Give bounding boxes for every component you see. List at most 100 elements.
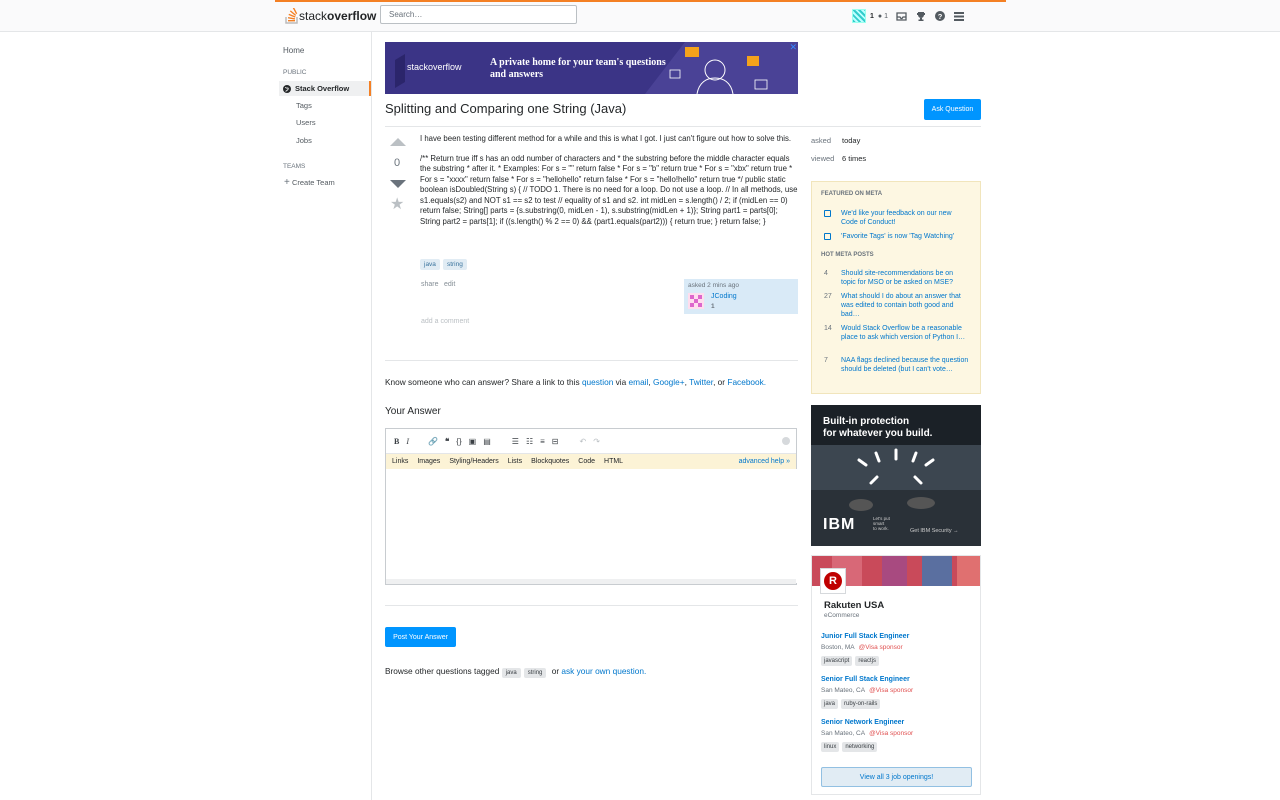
nav-jobs[interactable]: Jobs <box>296 136 312 145</box>
site-switcher-icon[interactable] <box>953 11 964 22</box>
company-industry: eCommerce <box>824 612 860 619</box>
browse-tag-java[interactable]: java <box>501 668 521 678</box>
help-lists[interactable]: Lists <box>508 458 522 465</box>
help-links[interactable]: Links <box>392 458 408 465</box>
divider <box>385 126 981 127</box>
resize-grip[interactable] <box>386 579 796 584</box>
top-bar: stackoverflow 1 ● 1 ? <box>0 0 1280 32</box>
company-logo[interactable]: R <box>820 568 846 594</box>
profile-link[interactable]: 1 ● 1 <box>852 9 888 23</box>
job-title[interactable]: Senior Network Engineer <box>821 719 904 726</box>
upvote-arrow-icon[interactable] <box>390 138 406 146</box>
company-name[interactable]: Rakuten USA <box>824 600 884 611</box>
hot-meta-link[interactable]: Should site-recommendations be on topic … <box>841 270 953 286</box>
search-input[interactable] <box>380 5 577 24</box>
nav-home[interactable]: Home <box>283 46 304 55</box>
share-question-link[interactable]: question <box>582 377 613 387</box>
advanced-help-link[interactable]: advanced help » <box>739 458 790 465</box>
accent-stripe <box>275 0 1006 2</box>
editor-help-icon[interactable] <box>782 437 790 445</box>
image-icon[interactable]: ▣ <box>469 437 477 446</box>
inbox-icon[interactable] <box>896 11 907 22</box>
help-blockquotes[interactable]: Blockquotes <box>531 458 569 465</box>
nav-teams-heading: TEAMS <box>283 163 306 170</box>
link-icon[interactable]: 🔗 <box>428 437 438 446</box>
job-tag[interactable]: linux <box>821 742 840 752</box>
ad-cta[interactable]: Get IBM Security → <box>910 528 959 534</box>
nav-stack-overflow[interactable]: Stack Overflow <box>279 81 371 96</box>
job-tag[interactable]: javascript <box>821 656 853 666</box>
share-twitter-link[interactable]: Twitter <box>689 377 713 387</box>
plus-icon: + <box>284 177 290 188</box>
job-tag[interactable]: networking <box>842 742 878 752</box>
share-facebook-link[interactable]: Facebook. <box>727 377 766 387</box>
browse-tag-string[interactable]: string <box>523 668 547 678</box>
bulleted-list-icon[interactable]: ☷ <box>526 437 533 446</box>
snippet-icon[interactable]: ▤ <box>483 437 491 446</box>
svg-text:?: ? <box>937 12 942 21</box>
owner-avatar[interactable] <box>688 293 704 309</box>
share-google-link[interactable]: Google+ <box>653 377 685 387</box>
hot-meta-link[interactable]: NAA flags declined because the question … <box>841 357 968 373</box>
editor-help-bar: Links Images Styling/Headers Lists Block… <box>386 454 796 470</box>
bold-icon[interactable]: B <box>394 437 399 446</box>
downvote-arrow-icon[interactable] <box>390 180 406 188</box>
job-location: Boston, MA @Visa sponsor <box>821 644 903 651</box>
add-comment-link[interactable]: add a comment <box>421 318 469 325</box>
jobs-widget: R Rakuten USA eCommerce Junior Full Stac… <box>811 555 981 795</box>
owner-name[interactable]: JCoding <box>711 293 737 300</box>
answer-textarea[interactable] <box>386 469 800 583</box>
nav-create-team[interactable]: + Create Team <box>284 177 335 188</box>
post-answer-button[interactable]: Post Your Answer <box>385 627 456 647</box>
hot-meta-link[interactable]: Would Stack Overflow be a reasonable pla… <box>841 325 965 341</box>
job-tag[interactable]: java <box>821 699 839 709</box>
tag-java[interactable]: java <box>420 259 440 270</box>
favorite-star-icon[interactable]: ★ <box>390 194 404 214</box>
teams-banner-ad[interactable]: stackoverflow A private home for your te… <box>385 42 798 94</box>
tag-string[interactable]: string <box>442 259 467 270</box>
heading-icon[interactable]: ≡ <box>540 437 545 446</box>
horizontal-rule-icon[interactable]: ⊟ <box>552 437 559 446</box>
featured-link[interactable]: 'Favorite Tags' is now 'Tag Watching' <box>841 233 954 240</box>
redo-icon[interactable]: ↷ <box>593 437 600 446</box>
company-logo-letter: R <box>824 572 842 590</box>
logo-word-overflow: overflow <box>327 9 377 23</box>
help-images[interactable]: Images <box>417 458 440 465</box>
close-icon[interactable]: ✕ <box>789 42 797 53</box>
ibm-ad[interactable]: Built-in protection for whatever you bui… <box>811 405 981 546</box>
edit-link[interactable]: edit <box>444 281 455 288</box>
numbered-list-icon[interactable]: ☰ <box>512 437 519 446</box>
undo-icon[interactable]: ↶ <box>579 437 586 446</box>
trophy-icon[interactable] <box>915 11 926 22</box>
help-html[interactable]: HTML <box>604 458 623 465</box>
nav-users[interactable]: Users <box>296 118 316 127</box>
job-tag[interactable]: reactjs <box>855 656 880 666</box>
meta-sidebar: FEATURED ON META We'd like your feedback… <box>811 181 981 394</box>
help-icon[interactable]: ? <box>934 11 945 22</box>
share-link[interactable]: share <box>421 281 439 288</box>
question-body: I have been testing different method for… <box>420 134 798 236</box>
hot-meta-link[interactable]: What should I do about an answer that wa… <box>841 293 961 318</box>
italic-icon[interactable]: I <box>406 437 409 446</box>
viewed-value: 6 times <box>842 154 867 163</box>
featured-link[interactable]: We'd like your feedback on our new Code … <box>841 210 952 226</box>
stack-icon <box>285 8 298 24</box>
stackoverflow-logo[interactable]: stack overflow <box>285 7 376 25</box>
blockquote-icon[interactable]: ❝ <box>445 437 449 446</box>
nav-tags[interactable]: Tags <box>296 101 312 110</box>
ask-question-button[interactable]: Ask Question <box>924 99 981 120</box>
job-title[interactable]: Junior Full Stack Engineer <box>821 633 909 640</box>
question-tags: java string <box>420 259 470 270</box>
ask-own-question-link[interactable]: ask your own question. <box>561 666 646 676</box>
job-tag[interactable]: ruby-on-rails <box>841 699 881 709</box>
ad-tagline: Let's put smart to work. <box>873 516 890 531</box>
view-all-jobs-button[interactable]: View all 3 job openings! <box>821 767 972 787</box>
help-styling[interactable]: Styling/Headers <box>449 458 498 465</box>
reputation-count: 1 <box>870 12 874 20</box>
badge-count: ● 1 <box>877 12 888 20</box>
share-email-link[interactable]: email <box>629 377 649 387</box>
job-title[interactable]: Senior Full Stack Engineer <box>821 676 910 683</box>
question-title[interactable]: Splitting and Comparing one String (Java… <box>385 101 626 116</box>
help-code[interactable]: Code <box>578 458 595 465</box>
code-icon[interactable]: {} <box>456 437 461 446</box>
